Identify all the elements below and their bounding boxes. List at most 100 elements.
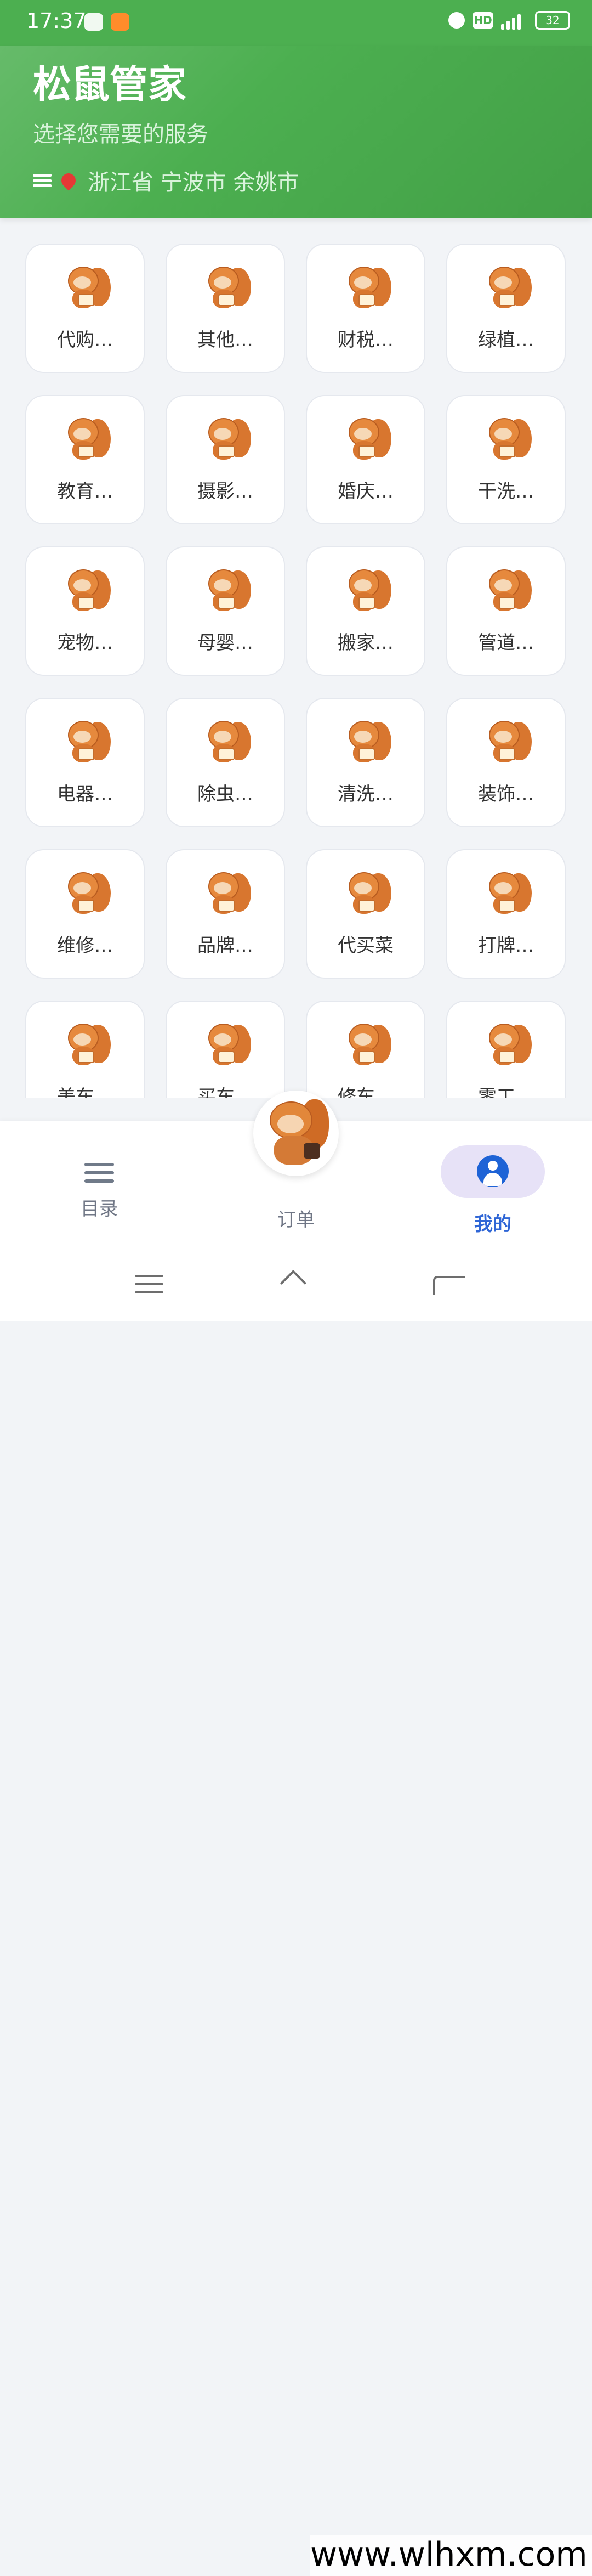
squirrel-icon: [61, 267, 111, 314]
profile-tab-highlight: [441, 1145, 545, 1198]
service-card[interactable]: 装饰…: [446, 698, 566, 827]
squirrel-icon: [202, 569, 251, 617]
service-card[interactable]: 婚庆…: [306, 395, 425, 524]
status-right-icons: HD 32: [448, 11, 570, 30]
service-label: 电器…: [57, 783, 113, 805]
nav-directory-label: 目录: [81, 1198, 118, 1220]
service-label: 其他…: [197, 329, 253, 351]
squirrel-icon: [202, 1024, 251, 1071]
service-card[interactable]: 零工…: [446, 1001, 566, 1098]
squirrel-icon: [61, 418, 111, 465]
service-card[interactable]: 代买菜: [306, 849, 425, 979]
nav-mine[interactable]: 我的: [430, 1141, 556, 1236]
service-card[interactable]: 干洗…: [446, 395, 566, 524]
service-label: 除虫…: [197, 783, 253, 805]
system-menu-icon[interactable]: [135, 1275, 163, 1293]
nav-mine-label: 我的: [474, 1213, 511, 1235]
squirrel-icon: [482, 721, 532, 768]
service-label: 打牌…: [478, 935, 534, 957]
service-card[interactable]: 管道…: [446, 546, 566, 676]
squirrel-icon: [342, 569, 391, 617]
nav-orders-label: 订单: [277, 1209, 315, 1231]
system-navigation-bar: www.wlhxm.com: [0, 1255, 592, 2576]
squirrel-icon: [61, 1024, 111, 1071]
app-title: 松鼠管家: [33, 62, 186, 107]
service-card[interactable]: 财税…: [306, 244, 425, 373]
location-pin-icon: [58, 170, 79, 191]
service-grid: 代购… 其他… 财税… 绿植… 教育… 摄影… 婚庆… 干洗… 宠物… 母婴… …: [25, 244, 568, 1098]
service-label: 零工…: [478, 1086, 534, 1098]
system-home-icon[interactable]: [278, 1270, 309, 1296]
person-icon: [477, 1155, 509, 1187]
location-selector[interactable]: 浙江省 宁波市 余姚市: [33, 165, 299, 196]
app-subtitle: 选择您需要的服务: [33, 122, 208, 147]
watermark: www.wlhxm.com: [310, 2535, 592, 2576]
squirrel-icon: [342, 1024, 391, 1071]
squirrel-mascot-icon[interactable]: [253, 1091, 339, 1176]
squirrel-icon: [482, 267, 532, 314]
service-label: 代购…: [57, 329, 113, 351]
service-label: 维修…: [57, 935, 113, 957]
service-label: 婚庆…: [338, 481, 394, 502]
squirrel-icon: [482, 569, 532, 617]
service-card[interactable]: 母婴…: [166, 546, 285, 676]
service-label: 搬家…: [338, 632, 394, 654]
service-card[interactable]: 其他…: [166, 244, 285, 373]
service-card[interactable]: 买车…: [166, 1001, 285, 1098]
service-label: 摄影…: [197, 481, 253, 502]
squirrel-icon: [342, 721, 391, 768]
squirrel-icon: [202, 721, 251, 768]
squirrel-icon: [342, 418, 391, 465]
service-card[interactable]: 美车…: [25, 1001, 145, 1098]
alarm-icon: [448, 12, 465, 29]
battery-icon: 32: [535, 11, 570, 30]
service-label: 清洗…: [338, 783, 394, 805]
squirrel-icon: [482, 872, 532, 919]
service-label: 管道…: [478, 632, 534, 654]
squirrel-icon: [202, 267, 251, 314]
service-card[interactable]: 代购…: [25, 244, 145, 373]
system-back-icon[interactable]: [433, 1276, 465, 1295]
service-card[interactable]: 宠物…: [25, 546, 145, 676]
service-card[interactable]: 教育…: [25, 395, 145, 524]
service-card[interactable]: 打牌…: [446, 849, 566, 979]
status-time: 17:37: [26, 9, 87, 33]
hd-icon: HD: [473, 12, 493, 29]
list-icon: [84, 1163, 114, 1183]
service-card[interactable]: 除虫…: [166, 698, 285, 827]
service-label: 代买菜: [338, 935, 394, 957]
service-card[interactable]: 绿植…: [446, 244, 566, 373]
service-label: 装饰…: [478, 783, 534, 805]
toolbox-icon: [304, 1143, 320, 1159]
service-card[interactable]: 清洗…: [306, 698, 425, 827]
vivo-app-icon: [84, 13, 103, 31]
location-text: 浙江省 宁波市 余姚市: [88, 170, 299, 195]
squirrel-icon: [342, 872, 391, 919]
squirrel-icon: [61, 569, 111, 617]
service-card[interactable]: 摄影…: [166, 395, 285, 524]
service-label: 绿植…: [478, 329, 534, 351]
squirrel-icon: [202, 872, 251, 919]
service-label: 品牌…: [197, 935, 253, 957]
squirrel-icon: [482, 1024, 532, 1071]
squirrel-icon: [61, 721, 111, 768]
service-card[interactable]: 品牌…: [166, 849, 285, 979]
squirrel-icon: [202, 418, 251, 465]
service-card[interactable]: 修车…: [306, 1001, 425, 1098]
menu-icon[interactable]: [33, 174, 52, 187]
squirrel-icon: [482, 418, 532, 465]
taobao-icon: [111, 13, 129, 31]
service-label: 财税…: [338, 329, 394, 351]
nav-directory[interactable]: 目录: [36, 1141, 162, 1221]
service-card[interactable]: 电器…: [25, 698, 145, 827]
service-card[interactable]: 维修…: [25, 849, 145, 979]
app-header: 松鼠管家 选择您需要的服务 浙江省 宁波市 余姚市: [0, 46, 592, 218]
service-label: 干洗…: [478, 481, 534, 502]
service-label: 宠物…: [57, 632, 113, 654]
signal-icon: [501, 11, 527, 30]
service-label: 修车…: [338, 1086, 394, 1098]
status-bar: 17:37 HD 32: [0, 0, 592, 46]
service-card[interactable]: 搬家…: [306, 546, 425, 676]
service-label: 美车…: [57, 1086, 113, 1098]
squirrel-icon: [342, 267, 391, 314]
